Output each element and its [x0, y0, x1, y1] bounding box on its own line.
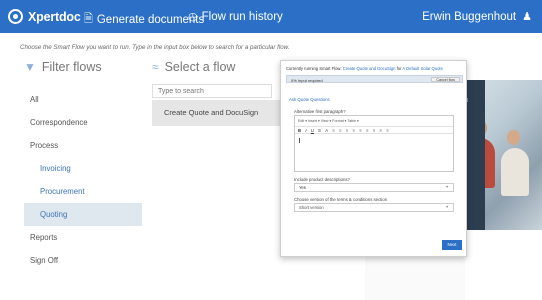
align-icon[interactable]: ≡ — [332, 128, 334, 133]
instruction-text: Choose the Smart Flow you want to run. T… — [20, 44, 290, 51]
person-body — [501, 148, 529, 196]
list-icon[interactable]: ≡ — [366, 128, 368, 133]
terms-version-select[interactable]: Short version ▼ — [294, 203, 454, 212]
user-name: Erwin Buggenhout — [422, 10, 517, 23]
filter-item-quoting[interactable]: Quoting — [24, 203, 142, 226]
font-color-button[interactable]: A — [325, 128, 328, 133]
document-icon: 🗎 — [84, 13, 93, 25]
filter-flows-heading: ▼ Filter flows — [24, 60, 102, 74]
format-icon[interactable]: ≡ — [386, 128, 388, 133]
text-cursor — [299, 138, 300, 143]
nav-flow-run-history[interactable]: ◷ Flow run history — [188, 10, 283, 24]
question-terms-version: Choose version of the terms & conditions… — [294, 197, 388, 202]
filter-item-process[interactable]: Process — [24, 134, 142, 157]
user-icon: ♟ — [522, 11, 532, 23]
nav-flow-run-history-label: Flow run history — [201, 10, 283, 23]
filter-item-invoicing[interactable]: Invoicing — [24, 157, 142, 180]
bold-button[interactable]: B — [298, 128, 301, 133]
next-button[interactable]: Next — [442, 240, 462, 250]
filter-item-correspondence[interactable]: Correspondence — [24, 111, 142, 134]
filter-item-all[interactable]: All — [24, 88, 142, 111]
rich-text-editor[interactable]: Edit ▾ Insert ▾ View ▾ Format ▾ Table ▾ … — [294, 115, 454, 172]
progress-bar: 0% Input required Cancel flow — [286, 75, 463, 83]
indent-icon[interactable]: ≡ — [373, 128, 375, 133]
running-target-link[interactable]: A Default Solar Quote — [402, 66, 443, 71]
running-mid: for — [396, 66, 402, 71]
editor-toolbar: B I U S A ≡ ≡ ≡ ≡ ≡ ≡ ≡ ≡ ≡ — [295, 126, 453, 134]
running-flow-text: Currently running Smart Flow: Create Quo… — [286, 66, 443, 71]
italic-button[interactable]: I — [305, 128, 306, 133]
filter-flows-title: Filter flows — [41, 60, 102, 74]
app-name: Xpertdoc — [28, 9, 81, 24]
indent-icon[interactable]: ≡ — [380, 128, 382, 133]
running-flow-link[interactable]: Create Quote and DocuSign — [343, 66, 396, 71]
question-product-descriptions: Include product descriptions? — [294, 177, 350, 182]
xpertdoc-logo-icon — [8, 9, 23, 24]
section-title: Ask Quote Questions — [289, 97, 330, 102]
progress-label: 0% Input required — [291, 77, 323, 83]
align-icon[interactable]: ≡ — [353, 128, 355, 133]
nav-generate-documents[interactable]: 🗎 Generate documents — [84, 10, 204, 29]
filter-icon: ▼ — [24, 60, 36, 74]
app-logo[interactable]: Xpertdoc — [8, 9, 81, 24]
product-descriptions-select[interactable]: Yes ▼ — [294, 183, 454, 192]
select-flow-heading: ≈ Select a flow — [152, 60, 235, 74]
align-icon[interactable]: ≡ — [346, 128, 348, 133]
select-flow-title: Select a flow — [164, 60, 236, 74]
filter-item-procurement[interactable]: Procurement — [24, 180, 142, 203]
cancel-flow-button[interactable]: Cancel flow — [431, 77, 460, 82]
strike-button[interactable]: S — [318, 128, 321, 133]
clock-icon: ◷ — [188, 11, 198, 23]
flow-item-create-quote[interactable]: Create Quote and DocuSign — [152, 100, 282, 126]
filter-list: All Correspondence Process Invoicing Pro… — [24, 88, 142, 272]
chevron-down-icon: ▼ — [445, 185, 449, 189]
filter-item-reports[interactable]: Reports — [24, 226, 142, 249]
list-icon: ≈ — [152, 60, 159, 74]
flow-run-dialog: Currently running Smart Flow: Create Quo… — [280, 60, 467, 257]
person-head — [507, 130, 520, 145]
align-icon[interactable]: ≡ — [339, 128, 341, 133]
editor-menu[interactable]: Edit ▾ Insert ▾ View ▾ Format ▾ Table ▾ — [298, 119, 359, 123]
underline-button[interactable]: U — [311, 128, 314, 133]
running-prefix: Currently running Smart Flow: — [286, 66, 342, 71]
chevron-down-icon: ▼ — [445, 205, 449, 209]
top-bar: Xpertdoc 🗎 Generate documents ◷ Flow run… — [0, 0, 542, 33]
question-first-paragraph: Alternative first paragraph? — [294, 109, 346, 114]
user-menu[interactable]: Erwin Buggenhout ♟ — [422, 10, 532, 24]
list-icon[interactable]: ≡ — [359, 128, 361, 133]
filter-item-sign-off[interactable]: Sign Off — [24, 249, 142, 272]
product-descriptions-value: Yes — [299, 185, 306, 190]
terms-version-value: Short version — [299, 205, 324, 210]
flow-search-input[interactable] — [152, 84, 272, 98]
